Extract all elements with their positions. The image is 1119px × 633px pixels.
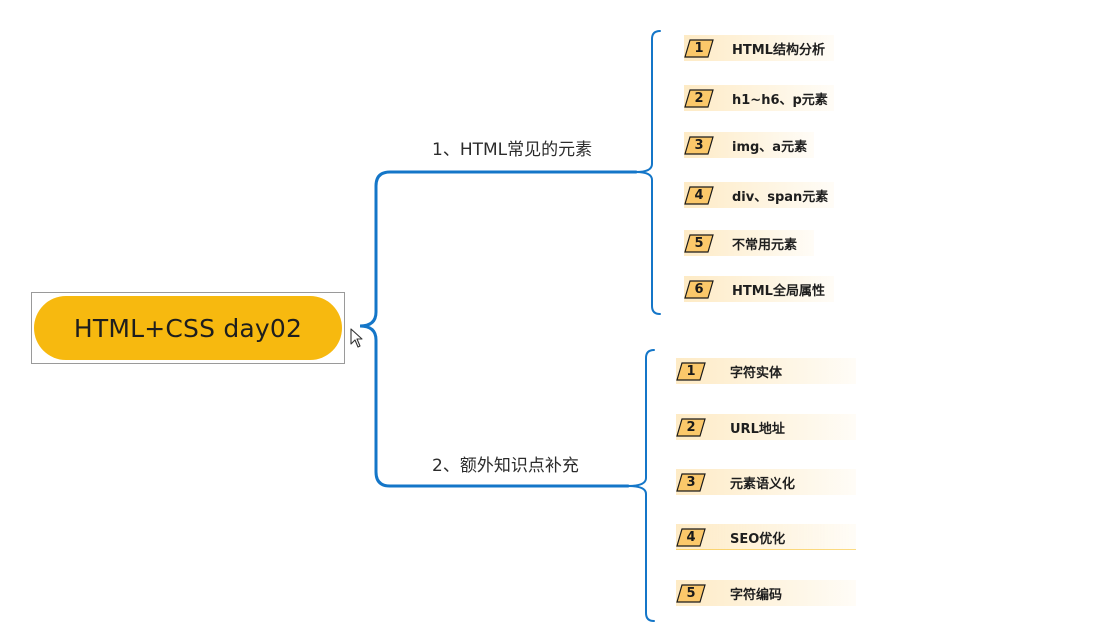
branch-2-label[interactable]: 2、额外知识点补充 [432,451,579,476]
branch-2-item[interactable]: 2 URL地址 [676,414,856,440]
item-label: SEO优化 [730,531,786,547]
branch-2-item[interactable]: 1 字符实体 [676,358,856,384]
branch-1-item[interactable]: 4 div、span元素 [684,182,834,208]
branch-1-brace [635,30,661,315]
number-tag-icon: 2 [684,88,714,108]
branch-2-brace [627,349,655,622]
number-tag-icon: 4 [676,527,706,547]
item-label: 字符编码 [730,587,783,603]
item-label: HTML结构分析 [732,42,825,58]
root-node-label: HTML+CSS day02 [73,313,303,343]
number-tag-icon: 1 [684,38,714,58]
branch-1-item[interactable]: 6 HTML全局属性 [684,276,834,302]
number-tag-icon: 4 [684,185,714,205]
number-tag-icon: 3 [684,135,714,155]
item-label: h1~h6、p元素 [732,92,828,108]
branch-2-item[interactable]: 5 字符编码 [676,580,856,606]
branch-2-item[interactable]: 3 元素语义化 [676,469,856,495]
item-label: 不常用元素 [732,237,798,253]
branch-1-item[interactable]: 5 不常用元素 [684,230,814,256]
number-tag-icon: 2 [676,417,706,437]
number-tag-icon: 1 [676,361,706,381]
number-tag-icon: 3 [676,472,706,492]
number-tag-icon: 6 [684,279,714,299]
item-label: img、a元素 [732,139,808,155]
branch-1-item[interactable]: 3 img、a元素 [684,132,814,158]
root-node[interactable]: HTML+CSS day02 [34,296,342,360]
number-tag-icon: 5 [676,583,706,603]
branch-1-label[interactable]: 1、HTML常见的元素 [432,135,592,160]
item-label: div、span元素 [732,189,829,205]
item-label: 字符实体 [730,365,783,381]
item-label: HTML全局属性 [732,283,825,299]
mouse-cursor-icon [350,328,363,348]
item-label: URL地址 [730,421,785,437]
branch-2-item[interactable]: 4 SEO优化 [676,524,856,550]
branch-1-item[interactable]: 2 h1~h6、p元素 [684,85,834,111]
item-label: 元素语义化 [730,476,796,492]
mind-map-canvas: HTML+CSS day02 1、HTML常见的元素 2、额外知识点补充 1 H… [0,0,1119,633]
root-brace [359,170,412,488]
number-tag-icon: 5 [684,233,714,253]
branch-1-item[interactable]: 1 HTML结构分析 [684,35,834,61]
